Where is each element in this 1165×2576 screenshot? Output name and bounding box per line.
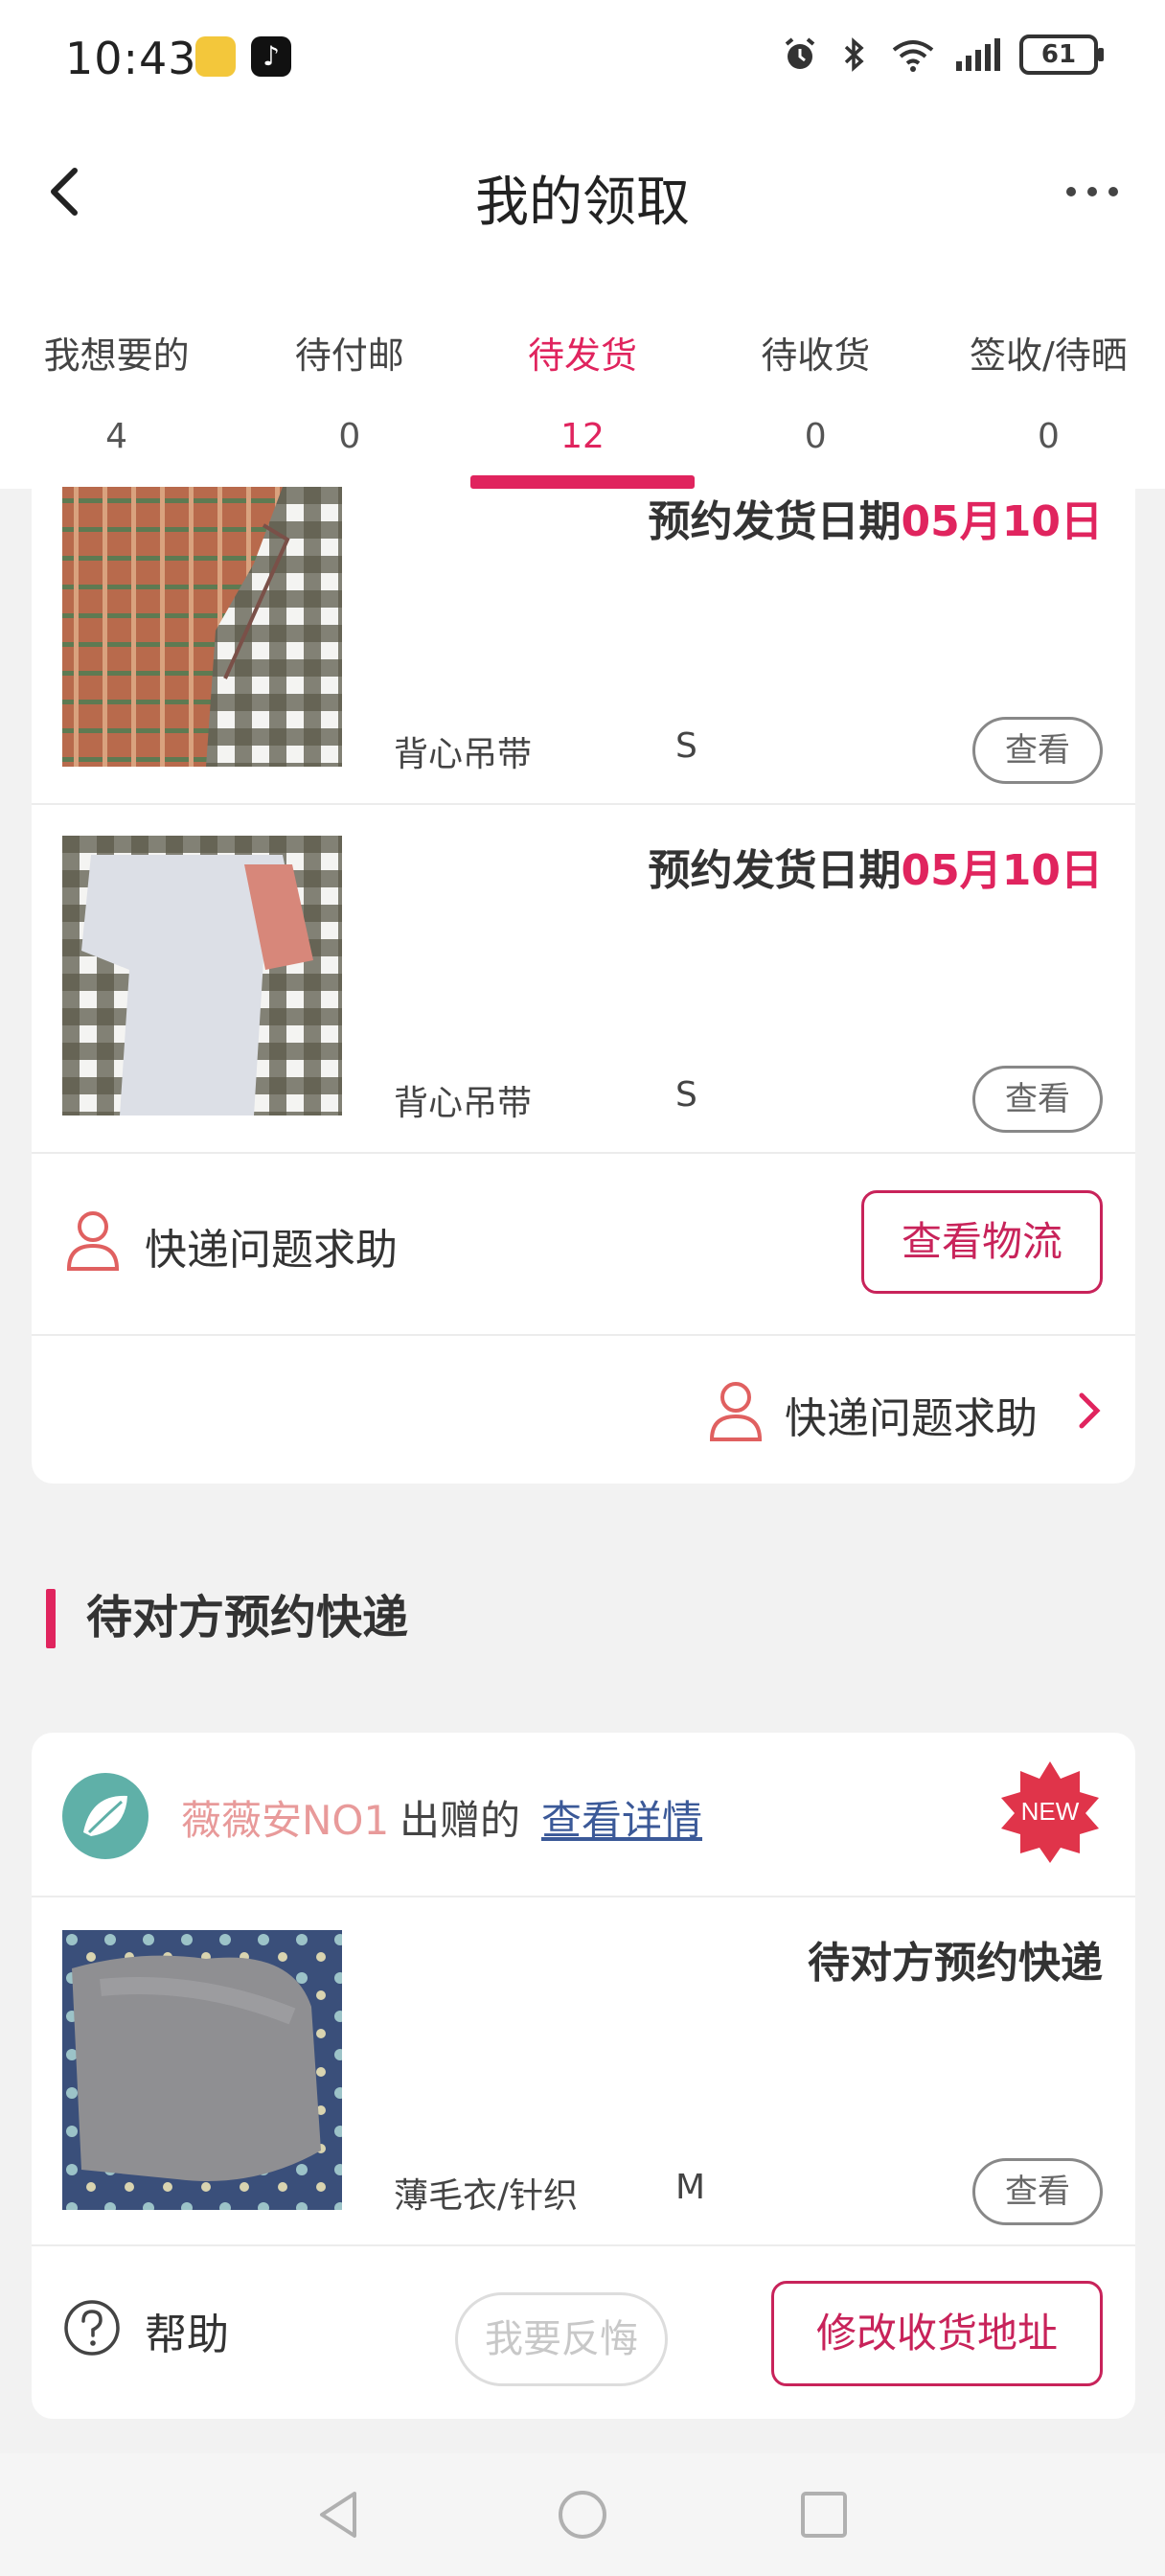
donor-action: 出赠的 <box>400 1797 521 1844</box>
card-actions: 帮助 我要反悔 修改收货地址 <box>32 2248 1135 2419</box>
tab-pending-shipment[interactable]: 待发货 12 <box>466 268 698 489</box>
clock: 10:43 <box>65 33 197 84</box>
signal-icon <box>956 38 1000 71</box>
item-size: S <box>675 1075 697 1115</box>
tab-label: 待付邮 <box>294 334 404 377</box>
question-icon[interactable] <box>62 2298 122 2358</box>
regret-button[interactable]: 我要反悔 <box>455 2292 668 2386</box>
express-help-text[interactable]: 快递问题求助 <box>145 1215 398 1276</box>
battery-icon: 61 <box>1019 34 1104 75</box>
view-button[interactable]: 查看 <box>972 1066 1103 1133</box>
view-button[interactable]: 查看 <box>972 717 1103 784</box>
ship-date-label: 预约发货日期 <box>648 497 902 546</box>
section-title: 待对方预约快递 <box>46 1587 408 1648</box>
person-icon <box>709 1382 763 1441</box>
ship-date-value: 05月10日 <box>901 497 1103 546</box>
list-item[interactable]: 预约发货日期05月10日 背心吊带 S 查看 <box>32 487 1135 805</box>
tab-count: 0 <box>1037 417 1060 456</box>
tab-want[interactable]: 我想要的 4 <box>0 268 233 489</box>
tab-count: 0 <box>338 417 361 456</box>
shipment-card: 预约发货日期05月10日 背心吊带 S 查看 预约发货日期05月10日 背心吊带… <box>32 487 1135 1484</box>
express-help-row: 快递问题求助 查看物流 <box>32 1154 1135 1336</box>
express-help-link-row[interactable]: 快递问题求助 <box>32 1336 1135 1484</box>
item-name: 背心吊带 <box>394 1084 533 1123</box>
battery-level: 61 <box>1040 40 1077 69</box>
tab-count: 4 <box>105 417 128 456</box>
new-badge: NEW <box>1001 1761 1099 1863</box>
track-logistics-button[interactable]: 查看物流 <box>861 1190 1103 1294</box>
nav-back-icon[interactable] <box>308 2484 370 2545</box>
tab-label: 待发货 <box>528 334 638 377</box>
help-label[interactable]: 帮助 <box>145 2300 229 2361</box>
tab-label: 我想要的 <box>43 334 190 377</box>
donor-row: 薇薇安NO1 出赠的 查看详情 NEW <box>32 1733 1135 1898</box>
tab-pending-postage[interactable]: 待付邮 0 <box>233 268 466 489</box>
wifi-icon <box>892 40 934 72</box>
status-bar: 10:43 ♪ 61 <box>0 0 1165 115</box>
tab-signed-review[interactable]: 签收/待晒 0 <box>932 268 1165 489</box>
tab-pending-receipt[interactable]: 待收货 0 <box>699 268 932 489</box>
donor-name[interactable]: 薇薇安NO1 <box>181 1788 389 1847</box>
new-badge-label: NEW <box>1021 1797 1080 1826</box>
product-image <box>62 487 342 767</box>
more-dots-icon[interactable] <box>1062 172 1123 211</box>
tab-count: 0 <box>804 417 827 456</box>
tab-count: 12 <box>560 417 605 456</box>
system-nav-bar <box>0 2453 1165 2576</box>
list-item[interactable]: 预约发货日期05月10日 背心吊带 S 查看 <box>32 805 1135 1154</box>
rabbit-app-icon <box>195 36 236 77</box>
tab-label: 签收/待晒 <box>970 334 1128 377</box>
item-name: 薄毛衣/针织 <box>394 2176 579 2216</box>
header: 我的领取 <box>0 115 1165 268</box>
change-address-button[interactable]: 修改收货地址 <box>771 2281 1103 2386</box>
order-tabs: 我想要的 4 待付邮 0 待发货 12 待收货 0 签收/待晒 0 <box>0 268 1165 489</box>
alarm-icon <box>785 37 815 69</box>
item-size: S <box>675 726 697 766</box>
item-name: 背心吊带 <box>394 735 533 774</box>
view-details-link[interactable]: 查看详情 <box>541 1788 702 1847</box>
tab-label: 待收货 <box>761 334 871 377</box>
product-image <box>62 836 342 1116</box>
ship-date: 预约发货日期05月10日 <box>649 836 1103 897</box>
person-icon <box>66 1211 120 1271</box>
page-title: 我的领取 <box>475 172 690 234</box>
bluetooth-icon <box>844 37 864 72</box>
view-button[interactable]: 查看 <box>972 2158 1103 2225</box>
ship-date-label: 预约发货日期 <box>648 846 902 895</box>
nav-home-icon[interactable] <box>552 2484 613 2545</box>
list-item[interactable]: 待对方预约快递 薄毛衣/针织 M 查看 <box>32 1898 1135 2246</box>
avatar[interactable] <box>62 1773 148 1859</box>
tiktok-icon: ♪ <box>251 36 291 77</box>
express-help-link-text[interactable]: 快递问题求助 <box>785 1384 1038 1445</box>
pending-card: 薇薇安NO1 出赠的 查看详情 NEW 待对方预约快递 薄毛衣/针织 M 查看 … <box>32 1733 1135 2419</box>
chevron-right-icon <box>1079 1392 1101 1429</box>
ship-date: 预约发货日期05月10日 <box>649 487 1103 548</box>
nav-recents-icon[interactable] <box>793 2484 855 2545</box>
ship-date-value: 05月10日 <box>901 846 1103 895</box>
item-status: 待对方预约快递 <box>808 1939 1103 1988</box>
product-image <box>62 1930 342 2210</box>
item-size: M <box>675 2168 706 2207</box>
